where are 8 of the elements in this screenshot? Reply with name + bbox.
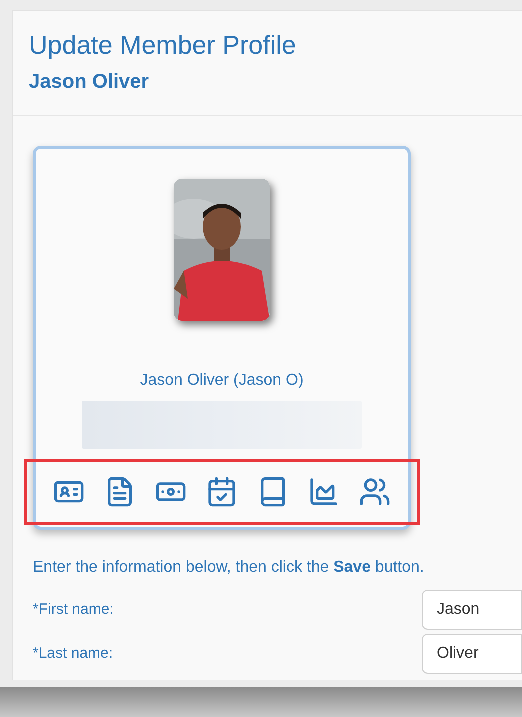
instructions: Enter the information below, then click the Save button. (33, 558, 426, 578)
member-display-name: Jason Oliver (Jason O) (140, 371, 304, 391)
field-label: *First name: (33, 600, 115, 620)
text-field[interactable]: Jason (422, 590, 522, 630)
page-title: Update Member Profile (29, 29, 298, 61)
member-name: Jason Oliver (29, 70, 150, 95)
field-label: *Last name: (33, 644, 114, 664)
text-field[interactable]: Oliver (422, 634, 522, 674)
